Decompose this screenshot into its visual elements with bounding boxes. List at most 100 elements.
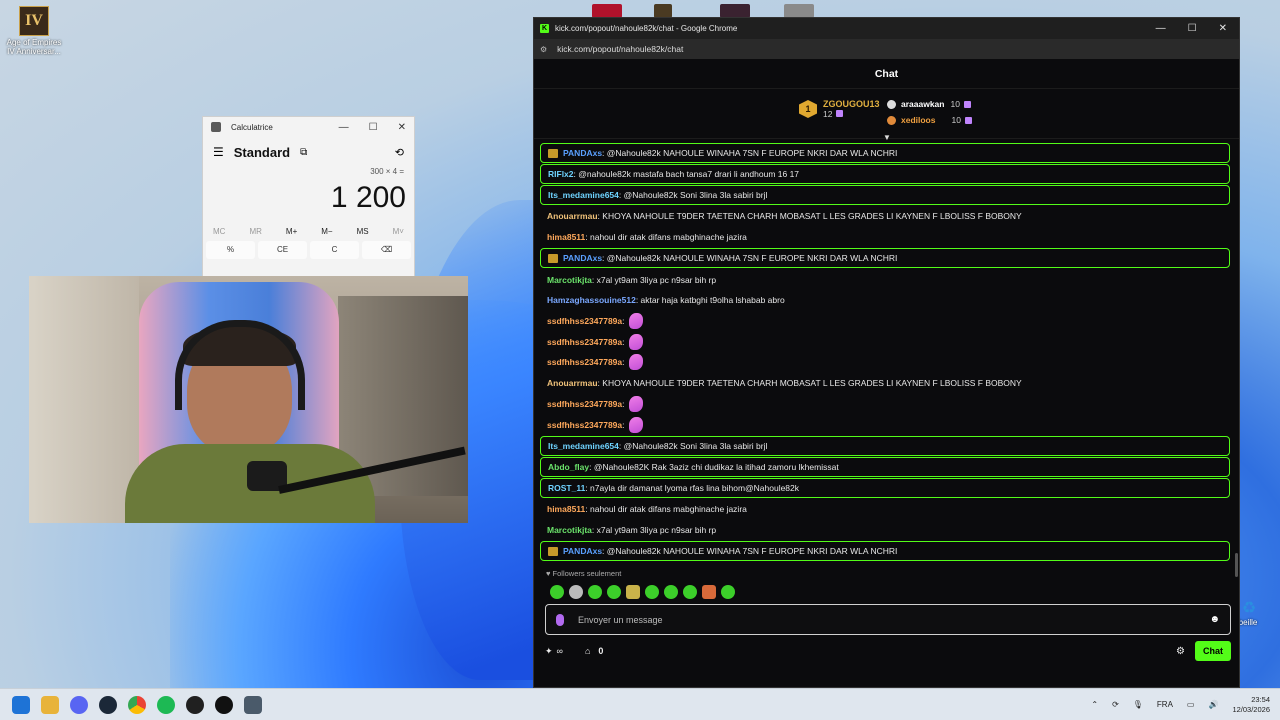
language-indicator[interactable]: FRA	[1157, 700, 1173, 709]
chat-message[interactable]: PANDAxs: @Nahoule82k NAHOULE WINAHA 7SN …	[540, 143, 1230, 163]
chat-message[interactable]: ROST_11: n7ayla dir damanat lyoma rfas l…	[540, 477, 1230, 498]
message-input-box[interactable]: ☻	[545, 604, 1231, 635]
infinity-icon[interactable]: ∞	[557, 646, 563, 656]
memory-recall-button[interactable]: MR	[249, 227, 261, 236]
minimize-icon[interactable]: —	[339, 122, 349, 133]
memory-clear-button[interactable]: MC	[213, 227, 225, 236]
quick-emotes[interactable]	[550, 585, 735, 599]
leaderboard-second[interactable]: araaawkan 10	[887, 99, 971, 109]
app-thumbnail-icon[interactable]	[592, 4, 622, 18]
chat-message[interactable]: hima8511: nahoul dir atak difans mabghin…	[540, 499, 1230, 520]
chat-username[interactable]: hima8511	[547, 232, 585, 242]
chat-message[interactable]: Its_medamine654: @Nahoule82k Soni 3lina …	[540, 185, 1230, 205]
chat-username[interactable]: ssdfhhss2347789a	[547, 357, 622, 367]
address-bar[interactable]: ⚙ kick.com/popout/nahoule82k/chat	[534, 39, 1239, 59]
sync-icon[interactable]: ⟳	[1112, 700, 1119, 709]
tray-overflow-chevron-icon[interactable]: ⌃	[1091, 700, 1098, 709]
steam-icon[interactable]	[99, 695, 117, 714]
chat-username[interactable]: ssdfhhss2347789a	[547, 316, 622, 326]
desktop-icon-age-of-empires[interactable]: IV Age of Empires IV Anniversar...	[4, 6, 64, 56]
emote-button[interactable]	[645, 585, 659, 599]
emote-button[interactable]	[588, 585, 602, 599]
chat-message[interactable]: ssdfhhss2347789a:	[540, 311, 1230, 332]
chat-username[interactable]: RIFlx2	[548, 169, 574, 179]
chrome-titlebar[interactable]: K kick.com/popout/nahoule82k/chat - Goog…	[534, 18, 1239, 39]
minimize-icon[interactable]: —	[1156, 23, 1166, 34]
discord-icon[interactable]	[70, 695, 88, 714]
message-input[interactable]	[578, 614, 1210, 625]
close-icon[interactable]: ✕	[1219, 23, 1227, 34]
app-thumbnail-icon[interactable]	[784, 4, 814, 18]
emote-button[interactable]	[607, 585, 621, 599]
keep-on-top-icon[interactable]: ⧉	[300, 147, 307, 158]
microphone-tray-icon[interactable]: 🎙	[1133, 700, 1143, 709]
emoji-picker-icon[interactable]: ☻	[1209, 614, 1220, 625]
chat-username[interactable]: Its_medamine654	[548, 441, 619, 451]
chat-username[interactable]: Its_medamine654	[548, 190, 619, 200]
leaderboard-first[interactable]: 1 ZGOUGOU13 12	[799, 99, 880, 119]
settings-gear-icon[interactable]: ⚙	[1176, 646, 1185, 657]
chat-username[interactable]: ssdfhhss2347789a	[547, 420, 622, 430]
maximize-icon[interactable]: ☐	[369, 122, 378, 133]
chat-message[interactable]: PANDAxs: @Nahoule82k NAHOULE WINAHA 7SN …	[540, 541, 1230, 562]
chrome-icon[interactable]	[128, 695, 146, 714]
chat-message[interactable]: PANDAxs: @Nahoule82k NAHOULE WINAHA 7SN …	[540, 248, 1230, 269]
chat-message[interactable]: Anouarrmau: KHOYA NAHOULE T9DER TAETENA …	[540, 373, 1230, 394]
chat-username[interactable]: ROST_11	[548, 483, 585, 493]
file-explorer-icon[interactable]	[41, 695, 59, 714]
start-windows-icon[interactable]	[12, 695, 30, 714]
chat-username[interactable]: PANDAxs	[563, 148, 602, 158]
memory-add-button[interactable]: M+	[286, 227, 297, 236]
chat-username[interactable]: ssdfhhss2347789a	[547, 399, 622, 409]
chat-username[interactable]: PANDAxs	[563, 253, 602, 263]
chat-message[interactable]: Anouarrmau: KHOYA NAHOULE T9DER TAETENA …	[540, 206, 1230, 227]
emote-button[interactable]	[702, 585, 716, 599]
clock[interactable]: 23:54 12/03/2026	[1232, 695, 1270, 715]
chat-message[interactable]: Hamzaghassouine512: aktar haja katbghi t…	[540, 290, 1230, 311]
gift-icon[interactable]: ✦	[545, 646, 553, 657]
site-info-icon[interactable]: ⚙	[540, 45, 547, 54]
chat-username[interactable]: Marcotikjta	[547, 525, 592, 535]
chat-username[interactable]: Anouarrmau	[547, 211, 598, 221]
chat-username[interactable]: hima8511	[547, 504, 585, 514]
emote-button[interactable]	[626, 585, 640, 599]
chat-message[interactable]: Marcotikjta: x7al yt9am 3liya pc n9sar b…	[540, 269, 1230, 290]
memory-subtract-button[interactable]: M−	[321, 227, 332, 236]
address-url[interactable]: kick.com/popout/nahoule82k/chat	[557, 44, 683, 54]
backspace-key[interactable]: ⌫	[362, 241, 411, 259]
chat-message[interactable]: Abdo_flay: @Nahoule82K Rak 3aziz chi dud…	[540, 456, 1230, 477]
obs-icon[interactable]	[186, 695, 204, 714]
chat-message[interactable]: Its_medamine654: @Nahoule82k Soni 3lina …	[540, 435, 1230, 456]
emote-button[interactable]	[664, 585, 678, 599]
chrome-window[interactable]: K kick.com/popout/nahoule82k/chat - Goog…	[533, 17, 1240, 688]
memory-store-button[interactable]: MS	[357, 227, 369, 236]
chat-username[interactable]: Anouarrmau	[547, 378, 598, 388]
emote-button[interactable]	[721, 585, 735, 599]
hamburger-menu-icon[interactable]: ☰	[213, 145, 224, 159]
history-icon[interactable]: ⟲	[395, 146, 404, 159]
volume-icon[interactable]: 🔊	[1208, 700, 1218, 709]
chat-username[interactable]: PANDAxs	[563, 546, 602, 556]
calculator-taskbar-icon[interactable]	[244, 695, 262, 714]
chat-message[interactable]: RIFlx2: @nahoule82k mastafa bach tansa7 …	[540, 164, 1230, 184]
chat-message[interactable]: ssdfhhss2347789a:	[540, 331, 1230, 352]
spotify-icon[interactable]	[157, 695, 175, 714]
percent-key[interactable]: %	[206, 241, 255, 259]
maximize-icon[interactable]: ☐	[1188, 23, 1197, 34]
chat-message[interactable]: ssdfhhss2347789a:	[540, 352, 1230, 373]
network-icon[interactable]: ▭	[1187, 700, 1195, 709]
clear-entry-key[interactable]: CE	[258, 241, 307, 259]
memory-list-button[interactable]: M˅	[393, 227, 404, 236]
chat-username[interactable]: Hamzaghassouine512	[547, 295, 636, 305]
chat-message[interactable]: ssdfhhss2347789a:	[540, 414, 1230, 435]
app-arrow-icon[interactable]	[215, 695, 233, 714]
calculator-window[interactable]: Calculatrice — ☐ ✕ ☰ Standard ⧉ ⟲ 300 × …	[202, 116, 415, 286]
leaderboard-third[interactable]: xediloos 10	[887, 115, 972, 125]
close-icon[interactable]: ✕	[398, 122, 406, 133]
send-chat-button[interactable]: Chat	[1195, 641, 1231, 661]
chat-message-list[interactable]: PANDAxs: @Nahoule82k NAHOULE WINAHA 7SN …	[540, 142, 1230, 562]
pinned-toggle-icon[interactable]: ▼	[883, 133, 891, 142]
emote-button[interactable]	[683, 585, 697, 599]
chat-username[interactable]: Abdo_flay	[548, 462, 589, 472]
chat-message[interactable]: hima8511: nahoul dir atak difans mabghin…	[540, 227, 1230, 248]
